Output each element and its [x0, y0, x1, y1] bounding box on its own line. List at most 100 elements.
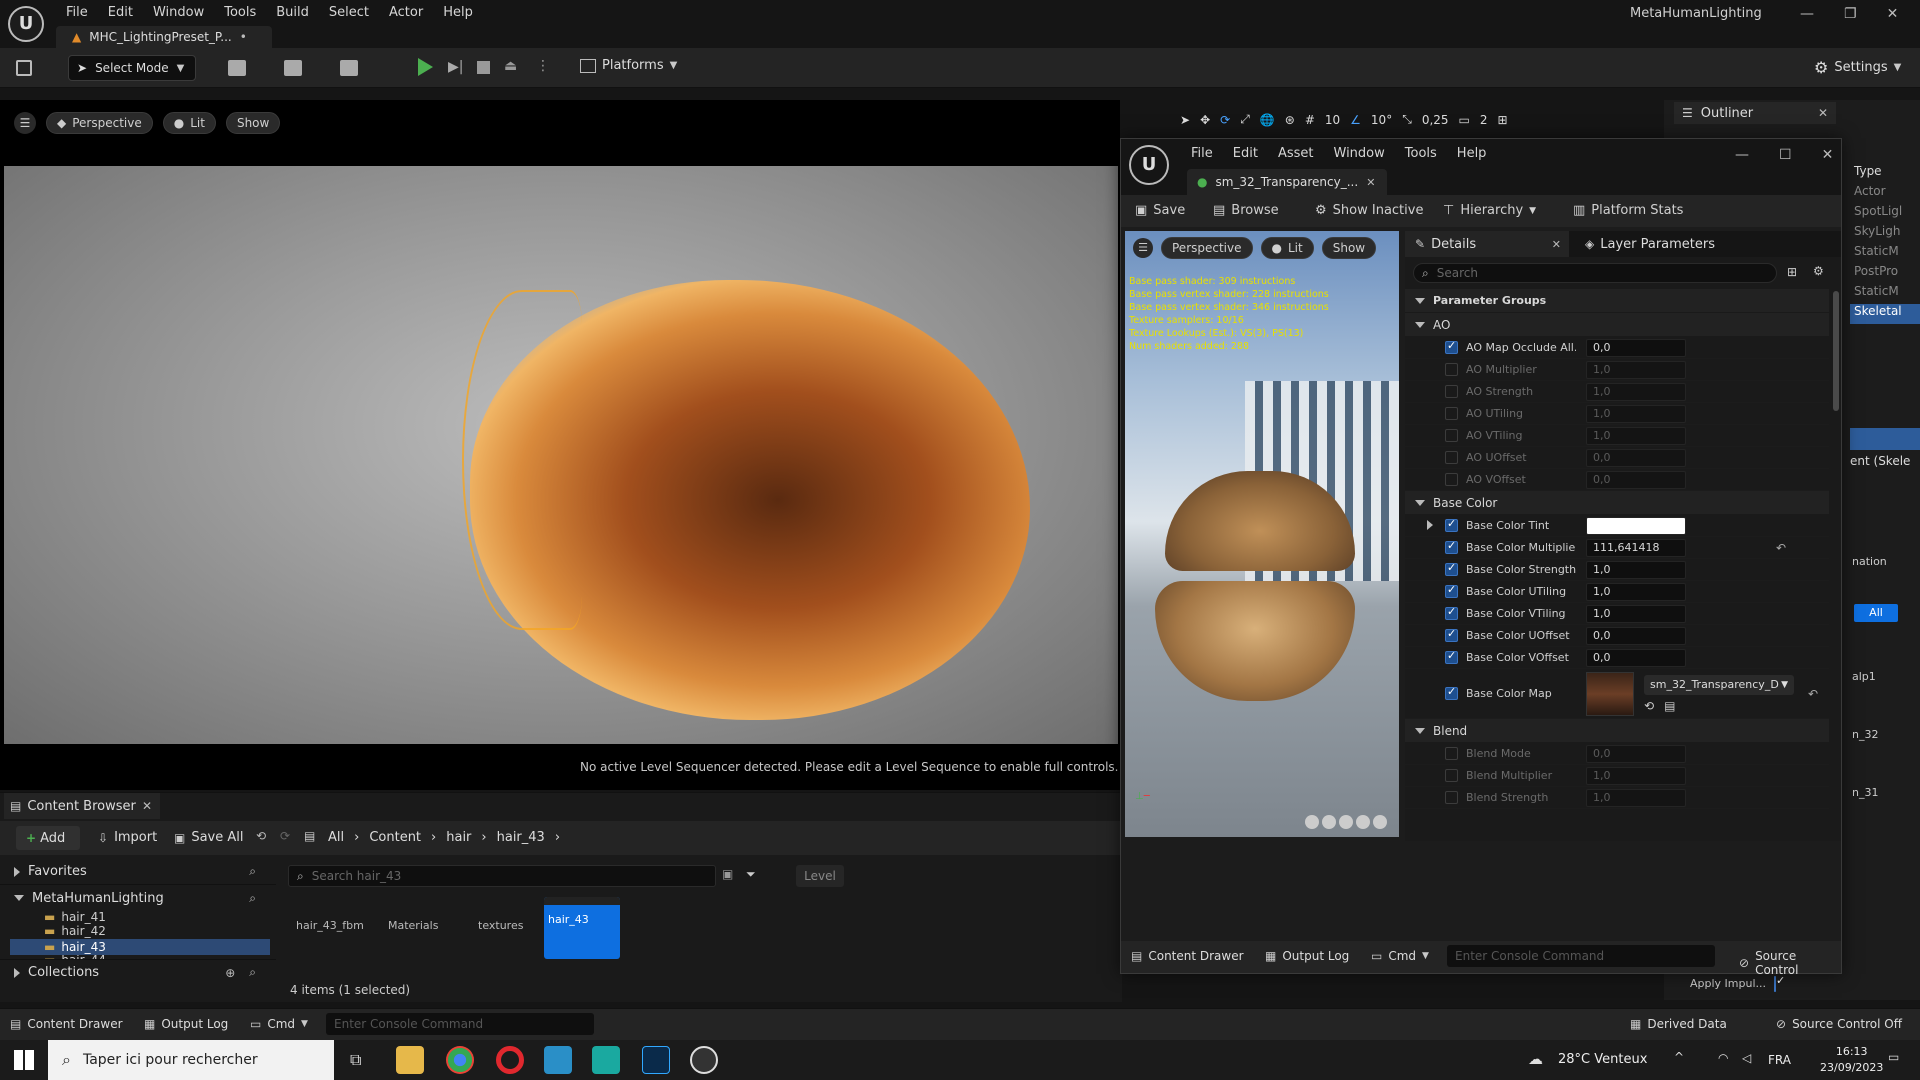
- texture-thumbnail[interactable]: [1586, 671, 1634, 716]
- breadcrumb-all[interactable]: All: [328, 830, 344, 845]
- param-checkbox[interactable]: [1445, 583, 1458, 598]
- menu-tools[interactable]: Tools: [214, 5, 266, 20]
- project-section[interactable]: MetaHumanLighting ⌕: [0, 885, 276, 911]
- group-blend[interactable]: Blend: [1405, 719, 1829, 743]
- list-item[interactable]: n_31: [1852, 786, 1878, 799]
- breadcrumb-content[interactable]: Content: [369, 830, 421, 845]
- eject-icon[interactable]: ⏏: [504, 58, 517, 74]
- world-icon[interactable]: 🌐: [1260, 113, 1275, 127]
- forward-icon[interactable]: ⟳: [280, 829, 290, 843]
- step-icon[interactable]: ▶|: [448, 59, 463, 75]
- opera-icon[interactable]: [496, 1046, 524, 1074]
- console-input[interactable]: Enter Console Command: [326, 1013, 594, 1035]
- menu-edit[interactable]: Edit: [1223, 146, 1268, 161]
- group-base-color[interactable]: Base Color: [1405, 491, 1829, 515]
- cmd-button[interactable]: ▭ Cmd ▼: [1371, 949, 1429, 963]
- param-value-field[interactable]: 0,0: [1586, 448, 1686, 467]
- chevron-up-icon[interactable]: ^: [1674, 1050, 1684, 1064]
- content-drawer-button[interactable]: ▤ Content Drawer: [10, 1017, 123, 1031]
- list-item[interactable]: Actor: [1850, 184, 1920, 204]
- list-item[interactable]: StaticM: [1850, 244, 1920, 264]
- grid-value[interactable]: 10: [1325, 113, 1340, 127]
- unreal-logo-icon[interactable]: U: [8, 6, 44, 42]
- list-item[interactable]: PostPro: [1850, 264, 1920, 284]
- viewport-menu-icon[interactable]: ☰: [14, 112, 36, 134]
- stop-icon[interactable]: [477, 61, 490, 74]
- parameter-groups-header[interactable]: Parameter Groups: [1405, 289, 1829, 313]
- notifications-icon[interactable]: ▭: [1888, 1050, 1899, 1064]
- preview-lit-button[interactable]: ● Lit: [1260, 237, 1314, 259]
- details-search-input[interactable]: Search: [1437, 266, 1478, 280]
- param-checkbox[interactable]: [1445, 649, 1458, 664]
- asset-search-input[interactable]: Search hair_43: [312, 869, 402, 883]
- close-icon[interactable]: ✕: [1552, 238, 1561, 251]
- param-checkbox[interactable]: [1445, 769, 1458, 782]
- surface-snap-icon[interactable]: ⊛: [1285, 113, 1295, 127]
- param-checkbox[interactable]: [1445, 791, 1458, 804]
- content-drawer-button[interactable]: ▤ Content Drawer: [1131, 949, 1244, 963]
- output-log-button[interactable]: ▦ Output Log: [1265, 949, 1349, 963]
- taskbar-search-input[interactable]: Taper ici pour rechercher: [83, 1052, 258, 1068]
- tree-folder[interactable]: ▬ hair_41: [44, 911, 276, 924]
- rotate-icon[interactable]: ⟳: [1220, 113, 1230, 127]
- list-item[interactable]: StaticM: [1850, 284, 1920, 304]
- list-item[interactable]: SpotLigl: [1850, 204, 1920, 224]
- param-checkbox[interactable]: [1445, 473, 1458, 486]
- tree-folder[interactable]: ▬ hair_42: [44, 923, 276, 939]
- param-value-field[interactable]: 111,641418: [1586, 538, 1686, 557]
- search-icon[interactable]: ⌕: [249, 891, 256, 906]
- angle-icon[interactable]: ∠: [1350, 113, 1361, 127]
- hierarchy-button[interactable]: ⊤ Hierarchy ▼: [1443, 203, 1536, 218]
- filter-icon[interactable]: ⏷: [746, 867, 756, 882]
- select-tool-icon[interactable]: ➤: [1180, 113, 1190, 127]
- translate-icon[interactable]: ✥: [1200, 113, 1210, 127]
- add-collection-icon[interactable]: ⊕: [225, 966, 235, 980]
- color-swatch[interactable]: [1586, 516, 1686, 535]
- reset-icon[interactable]: ↶: [1776, 541, 1786, 555]
- close-icon[interactable]: ✕: [1887, 6, 1899, 22]
- level-tab[interactable]: ▲ MHC_LightingPreset_P... •: [56, 26, 272, 48]
- show-inactive-button[interactable]: ⚙ Show Inactive: [1315, 203, 1423, 218]
- expand-icon[interactable]: [1427, 519, 1433, 530]
- save-button[interactable]: ▣ Save: [1135, 203, 1185, 218]
- param-checkbox[interactable]: [1445, 517, 1458, 532]
- cube-icon[interactable]: [1356, 815, 1370, 829]
- minimize-icon[interactable]: —: [1800, 6, 1814, 22]
- select-mode-button[interactable]: ➤ Select Mode ▼: [68, 55, 196, 81]
- browse-button[interactable]: ▤ Browse: [1213, 203, 1279, 218]
- weather-text[interactable]: 28°C Venteux: [1558, 1052, 1647, 1067]
- viewport-menu-icon[interactable]: ☰: [1133, 238, 1153, 258]
- sphere-icon[interactable]: [1322, 815, 1336, 829]
- menu-window[interactable]: Window: [1324, 146, 1395, 161]
- param-value-field[interactable]: 1,0: [1586, 404, 1686, 423]
- menu-window[interactable]: Window: [143, 5, 214, 20]
- preview-perspective-button[interactable]: Perspective: [1161, 237, 1253, 259]
- layout-icon[interactable]: ⊞: [1498, 113, 1508, 127]
- cmd-button[interactable]: ▭ Cmd ▼: [250, 1017, 308, 1031]
- browse-icon[interactable]: ▤: [1664, 699, 1675, 713]
- use-selected-icon[interactable]: ⟲: [1644, 699, 1654, 713]
- param-checkbox[interactable]: [1445, 627, 1458, 642]
- asset-item[interactable]: hair_43_fbm: [296, 919, 364, 932]
- platforms-button[interactable]: Platforms ▼: [580, 58, 677, 73]
- param-value-field[interactable]: 1,0: [1586, 360, 1686, 379]
- network-icon[interactable]: ◠: [1718, 1051, 1728, 1065]
- outliner-tab[interactable]: ☰ Outliner ✕: [1674, 102, 1836, 124]
- add-button[interactable]: + Add: [16, 826, 80, 850]
- param-value-field[interactable]: 1,0: [1586, 582, 1686, 601]
- show-button[interactable]: Show: [225, 112, 281, 134]
- param-checkbox[interactable]: [1445, 685, 1458, 700]
- menu-asset[interactable]: Asset: [1268, 146, 1324, 161]
- close-icon[interactable]: ✕: [1818, 106, 1828, 120]
- details-scrollbar[interactable]: [1833, 291, 1839, 411]
- chrome-icon[interactable]: [446, 1046, 474, 1074]
- breadcrumb-hair[interactable]: hair: [446, 830, 471, 845]
- scale-snap-icon[interactable]: ⤡: [1402, 112, 1412, 127]
- derived-data-button[interactable]: ▦ Derived Data: [1630, 1017, 1727, 1031]
- add-actor-icon[interactable]: [228, 60, 246, 76]
- save-search-icon[interactable]: ▣: [722, 867, 733, 881]
- source-control-button[interactable]: ⊘ Source Control Off: [1776, 1017, 1902, 1031]
- param-value-field[interactable]: 0,0: [1586, 626, 1686, 645]
- param-checkbox[interactable]: [1445, 451, 1458, 464]
- menu-help[interactable]: Help: [433, 5, 483, 20]
